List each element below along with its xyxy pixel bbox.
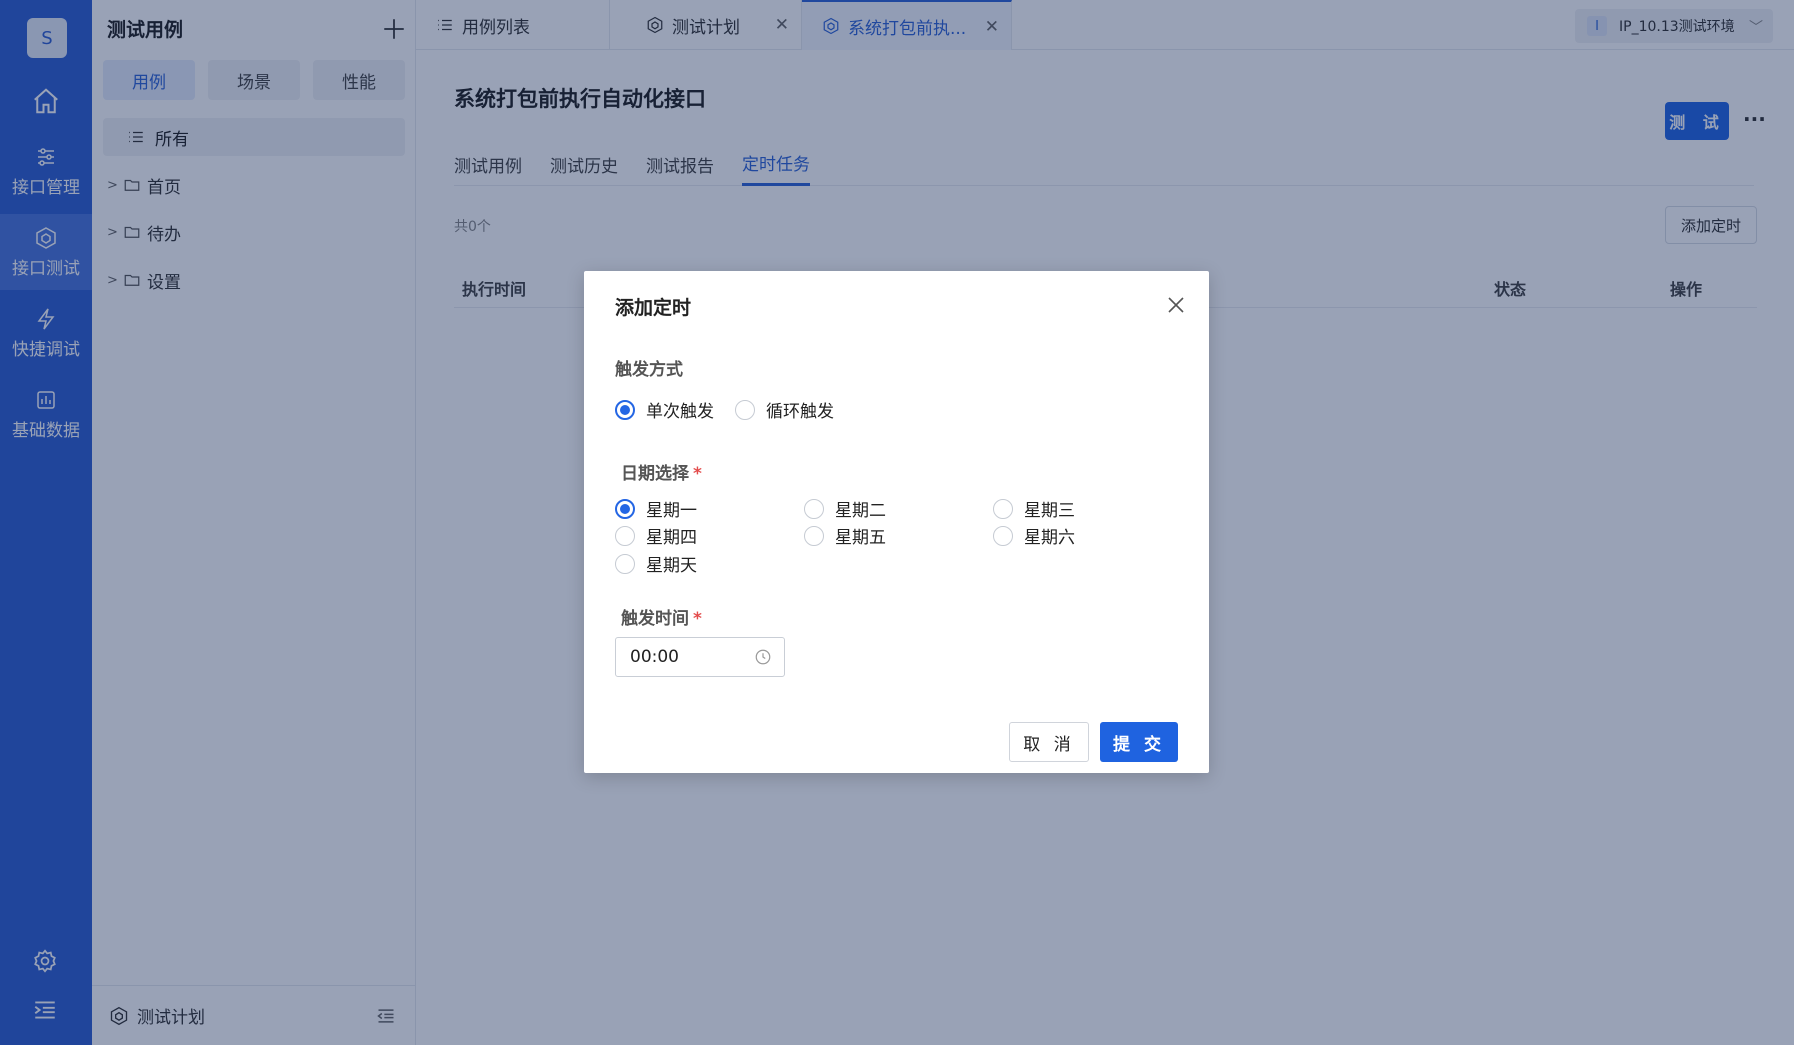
radio-dot[interactable] [993, 498, 1013, 519]
date-select-label: 日期选择 * [621, 459, 702, 484]
radio-dot[interactable] [615, 553, 635, 574]
cancel-button[interactable]: 取 消 [1009, 722, 1089, 762]
radio-dot[interactable] [735, 399, 755, 420]
radio-weekday-5[interactable]: 星期五 [804, 523, 886, 548]
radio-weekday-2[interactable]: 星期二 [804, 496, 886, 521]
required-mark: * [693, 609, 702, 629]
dialog-title: 添加定时 [615, 297, 692, 319]
radio-label: 循环触发 [766, 402, 834, 422]
radio-loop-trigger[interactable]: 循环触发 [735, 397, 834, 422]
add-timer-dialog: 添加定时 触发方式 单次触发 循环触发 日期选择 * 星期一 星期二 星期三 星期… [584, 271, 1209, 773]
radio-label: 单次触发 [646, 402, 714, 422]
close-icon[interactable] [1164, 293, 1188, 317]
radio-weekday-7[interactable]: 星期天 [615, 551, 697, 576]
radio-label: 星期五 [835, 528, 886, 548]
trigger-time-label: 触发时间 * [621, 604, 702, 629]
radio-label: 星期天 [646, 556, 697, 576]
trigger-mode-label: 触发方式 [615, 360, 683, 380]
radio-dot[interactable] [804, 525, 824, 546]
radio-dot-checked[interactable] [615, 498, 635, 519]
time-picker-input[interactable]: 00:00 [615, 637, 785, 677]
radio-label: 星期四 [646, 528, 697, 548]
radio-label: 星期一 [646, 501, 697, 521]
radio-label: 星期六 [1024, 528, 1075, 548]
radio-weekday-6[interactable]: 星期六 [993, 523, 1075, 548]
submit-button[interactable]: 提 交 [1100, 722, 1178, 762]
trigger-time-text: 触发时间 [621, 609, 689, 629]
radio-weekday-3[interactable]: 星期三 [993, 496, 1075, 521]
radio-label: 星期三 [1024, 501, 1075, 521]
radio-weekday-4[interactable]: 星期四 [615, 523, 697, 548]
radio-single-trigger[interactable]: 单次触发 [615, 397, 714, 422]
radio-weekday-1[interactable]: 星期一 [615, 496, 697, 521]
radio-label: 星期二 [835, 501, 886, 521]
radio-dot[interactable] [993, 525, 1013, 546]
radio-dot[interactable] [615, 525, 635, 546]
required-mark: * [693, 464, 702, 484]
date-select-text: 日期选择 [621, 464, 689, 484]
time-value: 00:00 [630, 647, 679, 667]
clock-icon[interactable] [754, 648, 772, 666]
radio-dot-checked[interactable] [615, 399, 635, 420]
radio-dot[interactable] [804, 498, 824, 519]
